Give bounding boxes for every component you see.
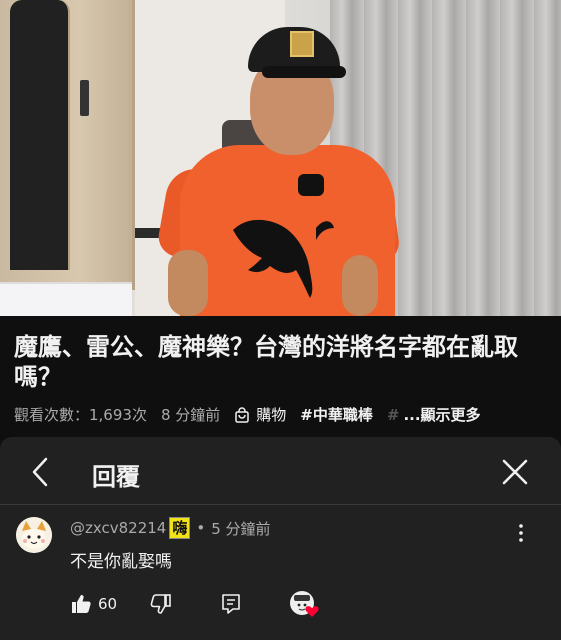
reply-icon[interactable] xyxy=(220,593,242,615)
hashtag-link-truncated[interactable]: # xyxy=(387,406,400,424)
member-badge: 嗨 xyxy=(169,517,191,539)
video-player[interactable] xyxy=(0,0,561,316)
comment-author[interactable]: @zxcv82214 xyxy=(70,519,166,537)
upload-time: 8 分鐘前 xyxy=(160,406,221,424)
more-vertical-icon[interactable] xyxy=(514,523,528,543)
comment-text: 不是你亂娶嗎 xyxy=(70,552,172,572)
view-count: 觀看次數：1,693次 xyxy=(14,406,147,424)
reply-panel: 回覆 @zxcv82214 嗨 • 5 分鐘前 不是你亂娶嗎 60 xyxy=(0,437,561,640)
reply-panel-title: 回覆 xyxy=(92,463,140,491)
puma-logo xyxy=(233,219,334,298)
avatar[interactable] xyxy=(16,517,52,553)
video-wardrobe xyxy=(0,0,135,290)
comment-time[interactable]: 5 分鐘前 xyxy=(211,518,270,539)
thumbs-down-icon[interactable] xyxy=(150,593,172,615)
comment-separator: • xyxy=(196,519,206,537)
video-bed xyxy=(0,282,132,316)
lapel-mic xyxy=(298,174,324,196)
shopping-label[interactable]: 購物 xyxy=(256,404,286,425)
comment-header: @zxcv82214 嗨 • 5 分鐘前 xyxy=(70,517,271,539)
show-more-button[interactable]: ...顯示更多 xyxy=(403,404,480,425)
comment-actions: 60 xyxy=(70,591,340,623)
chevron-left-icon[interactable] xyxy=(26,455,56,489)
close-icon[interactable] xyxy=(500,457,530,487)
shopping-bag-icon xyxy=(235,406,250,423)
video-meta-row[interactable]: 觀看次數：1,693次 8 分鐘前 購物 #中華職棒 # ...顯示更多 xyxy=(14,404,554,425)
avatar-illustration xyxy=(16,517,52,553)
hashtag-link[interactable]: #中華職棒 xyxy=(300,404,373,425)
thumbs-up-icon[interactable] xyxy=(70,593,92,615)
like-count: 60 xyxy=(98,595,118,613)
video-title: 魔鷹、雷公、魔神樂？台灣的洋將名字都在亂取嗎？ xyxy=(14,333,518,391)
reply-panel-header: 回覆 xyxy=(0,437,561,505)
creator-heart-icon xyxy=(290,591,319,617)
